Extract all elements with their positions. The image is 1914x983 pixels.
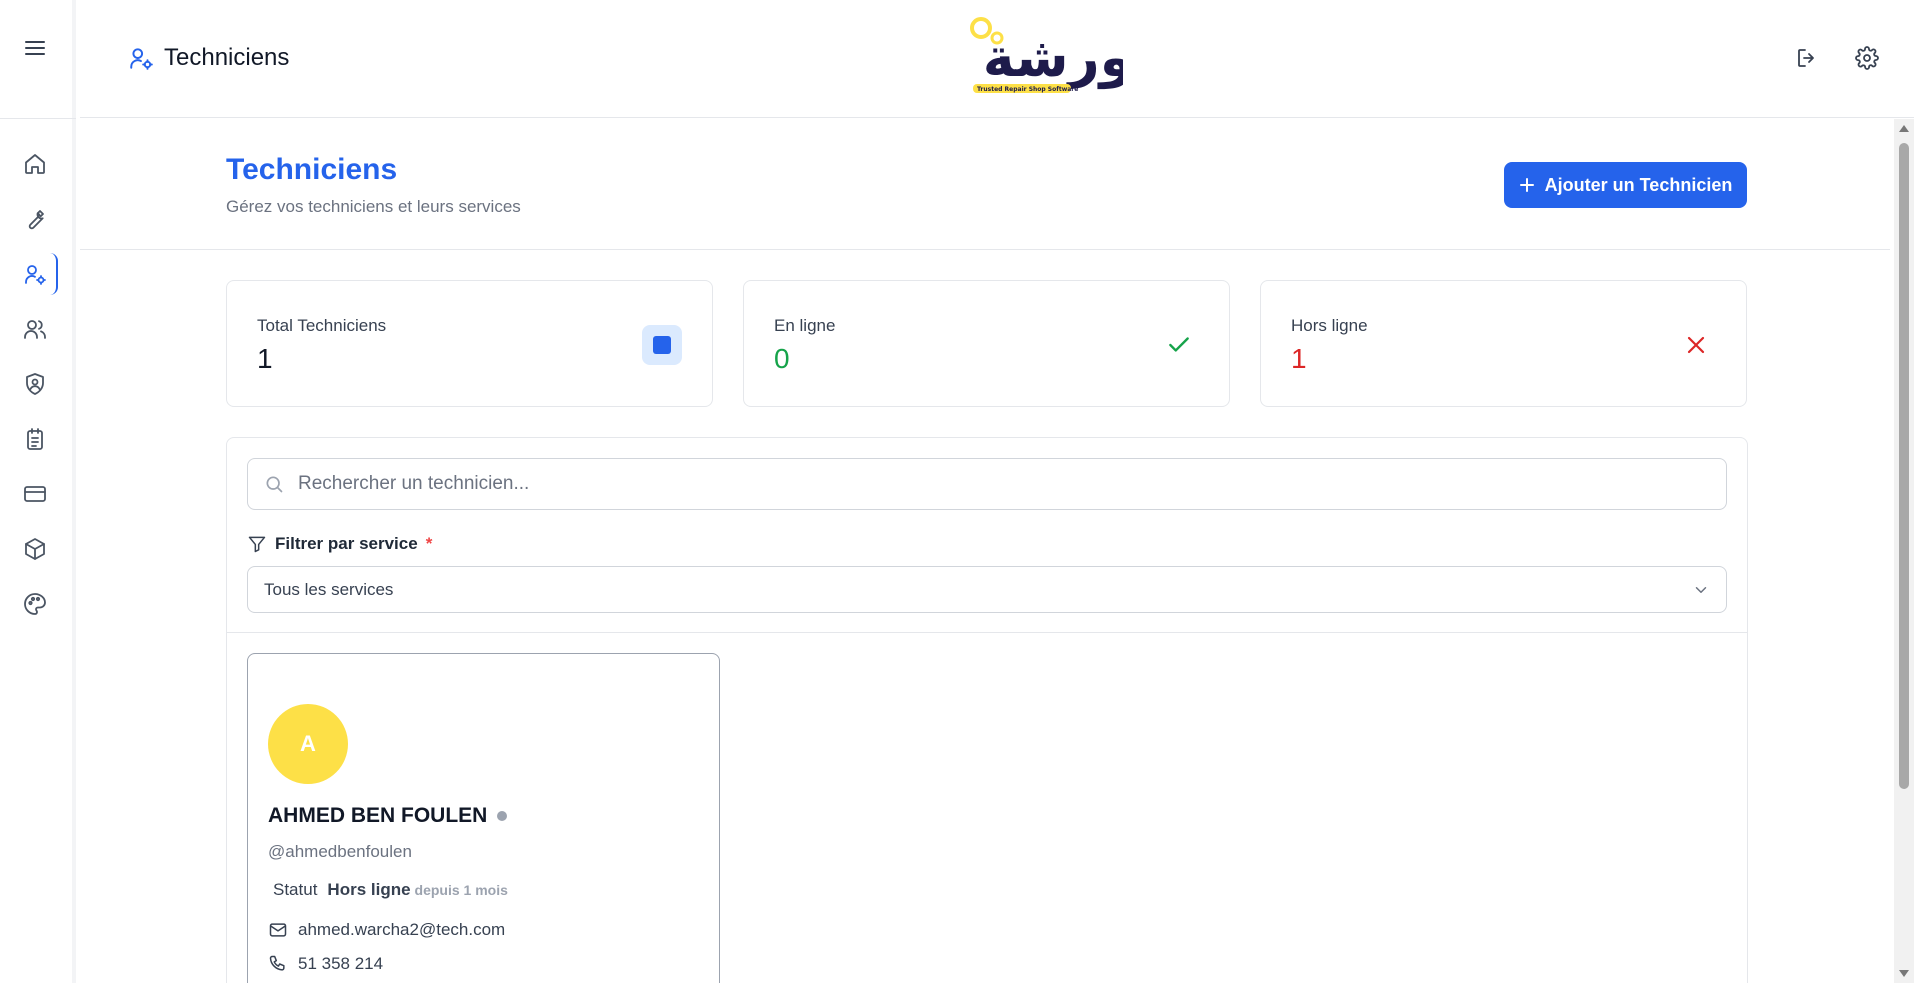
sidebar-item-repairs[interactable] <box>14 198 56 240</box>
status-label: Statut <box>273 880 318 899</box>
technicians-panel: Filtrer par service * Tous les services … <box>226 437 1748 983</box>
scroll-up-icon[interactable] <box>1899 125 1909 132</box>
filter-icon <box>248 536 266 553</box>
add-technician-button[interactable]: Ajouter un Technicien <box>1504 162 1747 208</box>
technician-card[interactable]: A AHMED BEN FOULEN @ahmedbenfoulen Statu… <box>247 653 720 983</box>
credit-card-icon <box>24 486 46 502</box>
sidebar-item-inventory[interactable] <box>14 528 56 570</box>
palette-icon <box>24 593 46 615</box>
stat-value: 1 <box>1291 343 1307 374</box>
x-icon <box>1676 325 1716 365</box>
page-scrollbar[interactable] <box>1894 119 1914 983</box>
technician-phone: 51 358 214 <box>298 954 384 973</box>
sidebar-divider <box>0 118 76 119</box>
page-title: Techniciens <box>226 153 398 186</box>
app-root: Techniciens ورشة Trusted Repair Shop Sof… <box>0 0 1914 983</box>
sidebar <box>0 0 76 983</box>
sidebar-item-clients[interactable] <box>14 308 56 350</box>
stat-label: Total Techniciens <box>257 316 387 335</box>
sidebar-item-roles[interactable] <box>14 363 56 405</box>
chevron-down-icon <box>1695 586 1707 593</box>
stat-value: 0 <box>774 343 790 374</box>
top-header: Techniciens ورشة Trusted Repair Shop Sof… <box>80 0 1914 118</box>
stat-label: En ligne <box>774 316 836 335</box>
stat-value: 1 <box>257 343 273 374</box>
wrench-icon <box>28 210 44 230</box>
sidebar-item-technicians[interactable] <box>14 253 58 295</box>
header-title: Techniciens <box>164 44 290 71</box>
stat-label: Hors ligne <box>1291 316 1368 335</box>
search-icon <box>266 476 283 493</box>
status-dot <box>497 811 508 821</box>
check-icon <box>1159 325 1199 365</box>
technician-name: AHMED BEN FOULEN <box>268 804 488 827</box>
add-technician-label: Ajouter un Technicien <box>1544 174 1733 195</box>
page-subtitle: Gérez vos techniciens et leurs services <box>226 197 521 216</box>
page-header: Techniciens Gérez vos techniciens et leu… <box>80 119 1890 250</box>
sidebar-item-appearance[interactable] <box>14 583 56 625</box>
brand-logo: ورشة Trusted Repair Shop Software <box>963 14 1133 100</box>
stat-card-total: Total Techniciens 1 <box>226 280 713 407</box>
header-title-wrap: Techniciens <box>128 44 289 72</box>
status-value: Hors ligne <box>327 880 411 899</box>
users-icon <box>24 320 46 339</box>
technician-handle: @ahmedbenfoulen <box>268 842 412 861</box>
filter-label: Filtrer par service * <box>247 534 432 554</box>
package-icon <box>25 538 45 560</box>
logo-text: ورشة <box>983 26 1123 89</box>
settings-gear-icon[interactable] <box>1853 44 1881 72</box>
stat-card-online: En ligne 0 <box>743 280 1230 407</box>
technician-email-row: ahmed.warcha2@tech.com <box>268 920 505 940</box>
service-select[interactable]: Tous les services <box>247 566 1727 613</box>
avatar: A <box>268 704 348 784</box>
clipboard-icon <box>27 428 43 450</box>
service-select-value: Tous les services <box>264 579 394 599</box>
status-since: depuis 1 mois <box>414 882 508 898</box>
filter-label-text: Filtrer par service <box>275 534 418 553</box>
technician-status: Statut Hors ligne depuis 1 mois <box>273 880 508 900</box>
logo-tagline: Trusted Repair Shop Software <box>977 86 1078 93</box>
search-input[interactable] <box>298 473 1698 495</box>
sidebar-item-home[interactable] <box>14 143 56 185</box>
technician-email: ahmed.warcha2@tech.com <box>298 920 506 939</box>
shield-user-icon <box>26 373 44 395</box>
user-cog-icon <box>25 265 46 285</box>
scroll-down-icon[interactable] <box>1899 970 1909 977</box>
phone-icon <box>269 955 285 971</box>
search-box <box>247 458 1727 510</box>
user-cog-icon <box>130 48 153 70</box>
sidebar-item-reports[interactable] <box>14 418 56 460</box>
required-mark: * <box>425 534 433 553</box>
mail-icon <box>269 923 287 937</box>
scrollbar-thumb[interactable] <box>1899 143 1909 789</box>
menu-icon[interactable] <box>22 36 48 60</box>
panel-divider <box>227 632 1747 633</box>
home-icon <box>25 154 45 174</box>
main-content: Techniciens Gérez vos techniciens et leu… <box>80 119 1890 983</box>
technician-phone-row: 51 358 214 <box>268 954 383 974</box>
technician-name-row: AHMED BEN FOULEN <box>268 804 508 828</box>
square-icon <box>642 325 682 365</box>
logout-icon[interactable] <box>1793 44 1821 72</box>
plus-icon <box>1519 178 1534 192</box>
sidebar-item-payments[interactable] <box>14 473 56 515</box>
stat-card-offline: Hors ligne 1 <box>1260 280 1747 407</box>
